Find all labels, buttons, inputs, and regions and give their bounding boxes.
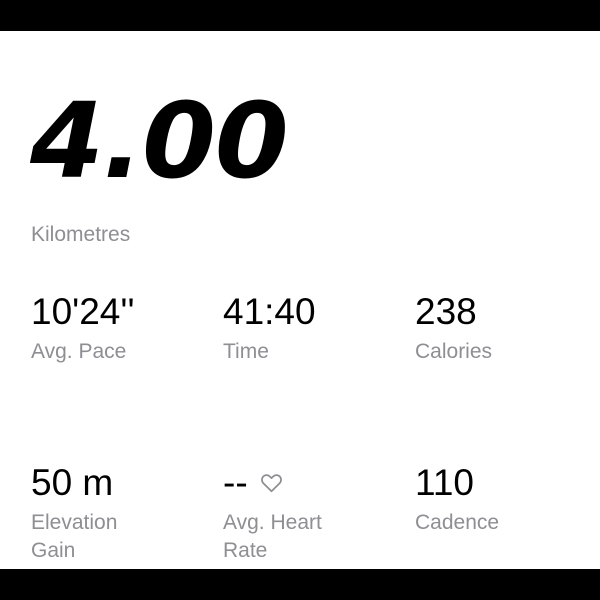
elevation-gain-label: Elevation Gain bbox=[31, 511, 118, 562]
avg-pace-value: 10'24'' bbox=[31, 291, 135, 332]
top-frame-bar bbox=[0, 0, 600, 31]
avg-heart-rate-value: -- bbox=[223, 462, 248, 503]
cadence-value: 110 bbox=[415, 462, 474, 503]
distance-unit: Kilometres bbox=[31, 223, 131, 246]
calories-label: Calories bbox=[415, 340, 493, 363]
bottom-frame-bar bbox=[0, 569, 600, 600]
time-stat: 41:40 Time bbox=[223, 293, 398, 366]
avg-pace-stat: 10'24'' Avg. Pace bbox=[31, 293, 206, 366]
avg-pace-label: Avg. Pace bbox=[31, 340, 127, 363]
heart-outline-icon bbox=[260, 472, 284, 494]
elevation-gain-stat: 50 m Elevation Gain bbox=[31, 464, 156, 565]
elevation-gain-value: 50 m bbox=[31, 462, 114, 503]
cadence-stat: 110 Cadence bbox=[415, 464, 590, 537]
time-label: Time bbox=[223, 340, 269, 363]
distance-value: 4.00 bbox=[30, 80, 289, 202]
run-summary-panel: 4.00 Kilometres 10'24'' Avg. Pace 41:40 … bbox=[0, 31, 600, 569]
cadence-label: Cadence bbox=[415, 511, 500, 534]
avg-heart-rate-value-row: -- bbox=[223, 464, 358, 501]
calories-stat: 238 Calories bbox=[415, 293, 590, 366]
time-value: 41:40 bbox=[223, 291, 316, 332]
calories-value: 238 bbox=[415, 291, 477, 332]
avg-heart-rate-label: Avg. Heart Rate bbox=[223, 511, 322, 562]
avg-heart-rate-stat: -- Avg. Heart Rate bbox=[223, 464, 358, 565]
